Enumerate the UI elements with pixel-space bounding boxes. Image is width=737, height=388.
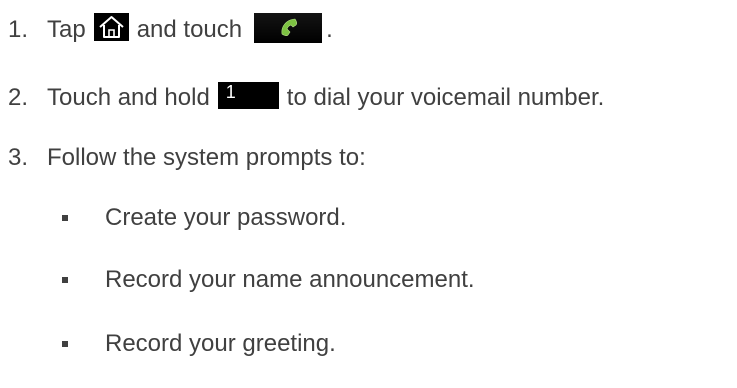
instruction-step-2: 2. Touch and hold 1 to dial your voicema… <box>8 80 604 116</box>
step-text: . <box>326 16 333 43</box>
key-label: 1 <box>225 81 236 102</box>
step-number: 2. <box>8 84 29 111</box>
step-text: and touch <box>136 16 243 43</box>
step-text: Tap <box>47 16 86 43</box>
step-text: Follow the system prompts to: <box>47 144 366 171</box>
bullet-text: Record your greeting. <box>105 330 336 357</box>
step-number: 1. <box>8 16 29 43</box>
instruction-step-1: 1. Tap and touch . <box>8 12 333 48</box>
step-text: Touch and hold <box>47 84 210 111</box>
call-key <box>254 13 323 43</box>
bullet-marker <box>62 215 68 221</box>
bullet-marker <box>62 341 68 347</box>
home-key <box>93 13 129 41</box>
bullet-marker <box>62 277 68 283</box>
step-text: to dial your voicemail number. <box>286 84 605 111</box>
bullet-text: Record your name announcement. <box>105 266 475 293</box>
bullet-item: Record your name announcement. <box>62 262 475 298</box>
one-key: 1 <box>217 81 279 109</box>
bullet-item: Record your greeting. <box>62 326 336 362</box>
home-icon <box>99 16 124 38</box>
instruction-step-3: 3. Follow the system prompts to: <box>8 140 366 176</box>
step-number: 3. <box>8 144 29 171</box>
bullet-item: Create your password. <box>62 200 346 236</box>
bullet-text: Create your password. <box>105 204 347 231</box>
phone-icon <box>281 18 298 36</box>
